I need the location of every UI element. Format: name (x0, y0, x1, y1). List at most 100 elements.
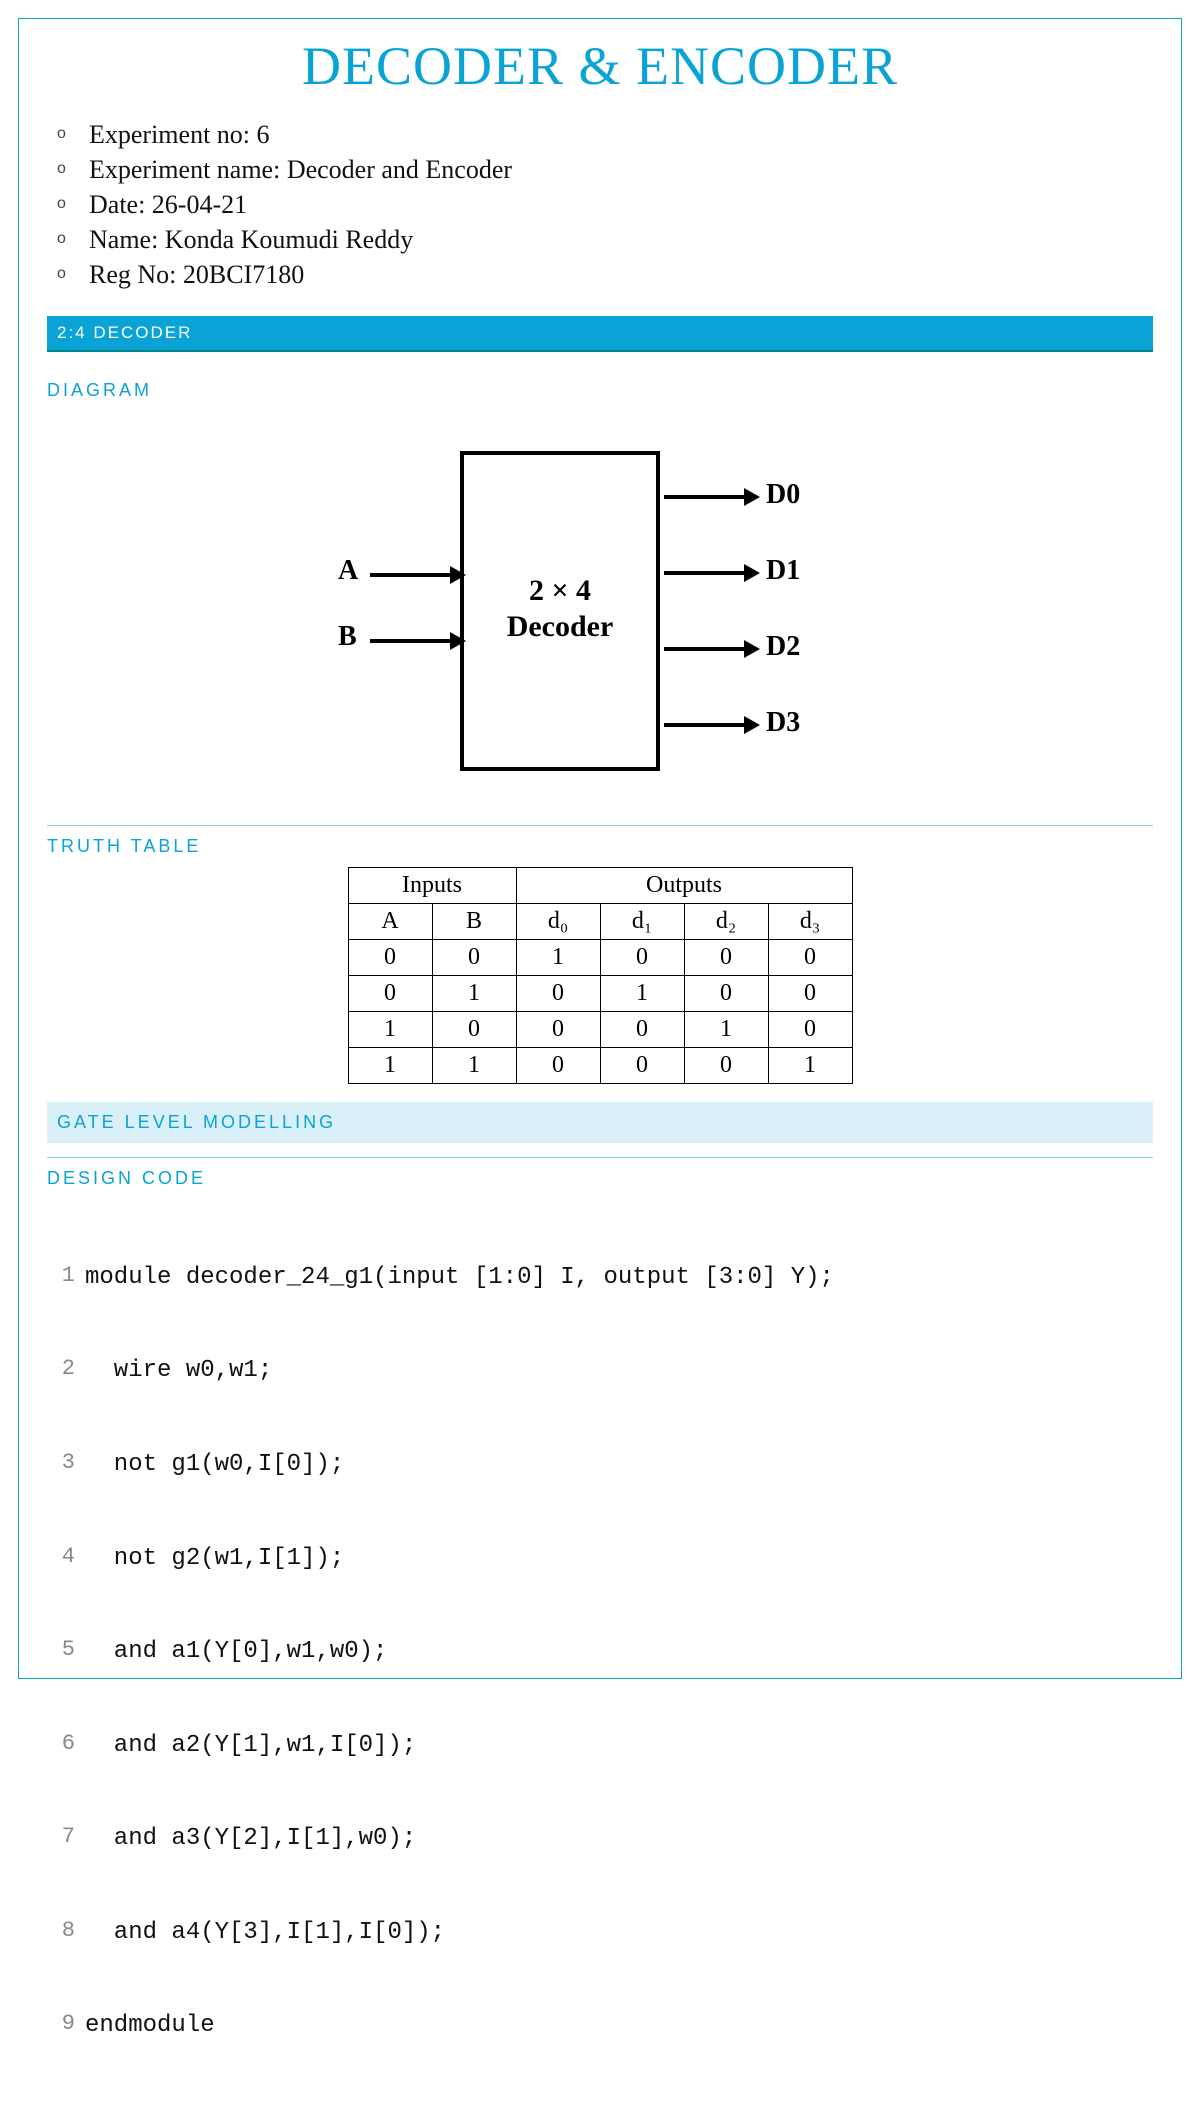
diagram-container: 2 × 4 Decoder A B D0 D1 D2 (47, 411, 1153, 811)
wire-output-d3 (664, 723, 750, 727)
tt-header: B (432, 904, 516, 940)
tt-cell: 0 (516, 1048, 600, 1084)
tt-cell: 0 (684, 940, 768, 976)
tt-row: 0 1 0 1 0 0 (348, 976, 852, 1012)
tt-header: A (348, 904, 432, 940)
arrow-output-d1 (744, 564, 760, 582)
meta-item: Reg No: 20BCI7180 (51, 257, 1153, 292)
tt-header: d₃ (768, 904, 852, 940)
tt-row: 1 0 0 0 1 0 (348, 1012, 852, 1048)
code-line: 3 not g1(w0,I[0]); (47, 1449, 1153, 1480)
tt-cell: 1 (348, 1048, 432, 1084)
tt-cell: 0 (600, 940, 684, 976)
section-decoder-header: 2:4 DECODER (47, 316, 1153, 352)
meta-item: Experiment no: 6 (51, 117, 1153, 152)
code-block: 1 module decoder_24_g1(input [1:0] I, out… (47, 1199, 1153, 2103)
code-text: and a1(Y[0],w1,w0); (85, 1636, 387, 1667)
tt-cell: 1 (600, 976, 684, 1012)
tt-cell: 1 (432, 1048, 516, 1084)
code-text: endmodule (85, 2010, 215, 2041)
code-text: and a4(Y[3],I[1],I[0]); (85, 1917, 445, 1948)
tt-cell: 0 (684, 1048, 768, 1084)
tt-cell: 0 (768, 940, 852, 976)
section-truth-table-header: TRUTH TABLE (47, 825, 1153, 857)
arrow-output-d0 (744, 488, 760, 506)
code-text: and a2(Y[1],w1,I[0]); (85, 1730, 416, 1761)
tt-cell: 0 (348, 976, 432, 1012)
tt-cell: 1 (768, 1048, 852, 1084)
block-diagram: 2 × 4 Decoder A B D0 D1 D2 (340, 451, 860, 771)
wire-output-d1 (664, 571, 750, 575)
truth-table-wrap: Inputs Outputs A B d₀ d₁ d₂ d₃ 0 0 1 0 0… (47, 867, 1153, 1084)
label-input-b: B (338, 621, 357, 653)
wire-output-d0 (664, 495, 750, 499)
meta-item: Experiment name: Decoder and Encoder (51, 152, 1153, 187)
tt-group-outputs: Outputs (516, 868, 852, 904)
line-number: 2 (47, 1355, 75, 1386)
line-number: 3 (47, 1449, 75, 1480)
tt-cell: 1 (516, 940, 600, 976)
tt-header: d₁ (600, 904, 684, 940)
arrow-output-d2 (744, 640, 760, 658)
tt-cell: 1 (348, 1012, 432, 1048)
tt-cell: 1 (684, 1012, 768, 1048)
section-gate-level-header: GATE LEVEL MODELLING (47, 1102, 1153, 1143)
line-number: 1 (47, 1262, 75, 1293)
tt-cell: 0 (768, 1012, 852, 1048)
tt-row: 0 0 1 0 0 0 (348, 940, 852, 976)
tt-header: d₂ (684, 904, 768, 940)
code-line: 8 and a4(Y[3],I[1],I[0]); (47, 1917, 1153, 1948)
code-text: not g2(w1,I[1]); (85, 1543, 344, 1574)
line-number: 8 (47, 1917, 75, 1948)
meta-item: Date: 26-04-21 (51, 187, 1153, 222)
tt-cell: 1 (432, 976, 516, 1012)
arrow-input-a (450, 566, 466, 584)
label-output-d0: D0 (766, 479, 800, 511)
truth-table: Inputs Outputs A B d₀ d₁ d₂ d₃ 0 0 1 0 0… (348, 867, 853, 1084)
tt-row: 1 1 0 0 0 1 (348, 1048, 852, 1084)
tt-cell: 0 (432, 940, 516, 976)
tt-cell: 0 (348, 940, 432, 976)
wire-input-b (370, 639, 460, 643)
code-text: module decoder_24_g1(input [1:0] I, outp… (85, 1262, 834, 1293)
line-number: 4 (47, 1543, 75, 1574)
code-line: 7 and a3(Y[2],I[1],w0); (47, 1823, 1153, 1854)
meta-item: Name: Konda Koumudi Reddy (51, 222, 1153, 257)
tt-cell: 0 (600, 1048, 684, 1084)
tt-cell: 0 (516, 1012, 600, 1048)
line-number: 5 (47, 1636, 75, 1667)
code-line: 2 wire w0,w1; (47, 1355, 1153, 1386)
arrow-output-d3 (744, 716, 760, 734)
tt-cell: 0 (600, 1012, 684, 1048)
code-line: 9 endmodule (47, 2010, 1153, 2041)
line-number: 6 (47, 1730, 75, 1761)
tt-cell: 0 (684, 976, 768, 1012)
line-number: 9 (47, 2010, 75, 2041)
tt-group-inputs: Inputs (348, 868, 516, 904)
section-design-code-header: DESIGN CODE (47, 1157, 1153, 1189)
tt-header-row: A B d₀ d₁ d₂ d₃ (348, 904, 852, 940)
code-line: 5 and a1(Y[0],w1,w0); (47, 1636, 1153, 1667)
label-output-d3: D3 (766, 707, 800, 739)
box-label-line1: 2 × 4 (464, 573, 656, 609)
label-input-a: A (338, 555, 358, 587)
section-diagram-header: DIAGRAM (47, 370, 1153, 401)
line-number: 7 (47, 1823, 75, 1854)
code-line: 1 module decoder_24_g1(input [1:0] I, out… (47, 1262, 1153, 1293)
box-label-line2: Decoder (464, 609, 656, 645)
label-output-d2: D2 (766, 631, 800, 663)
tt-cell: 0 (432, 1012, 516, 1048)
code-line: 6 and a2(Y[1],w1,I[0]); (47, 1730, 1153, 1761)
label-output-d1: D1 (766, 555, 800, 587)
tt-cell: 0 (516, 976, 600, 1012)
page-frame: DECODER & ENCODER Experiment no: 6 Exper… (18, 18, 1182, 1679)
code-line: 4 not g2(w1,I[1]); (47, 1543, 1153, 1574)
tt-cell: 0 (768, 976, 852, 1012)
arrow-input-b (450, 632, 466, 650)
code-text: and a3(Y[2],I[1],w0); (85, 1823, 416, 1854)
wire-input-a (370, 573, 460, 577)
code-text: wire w0,w1; (85, 1355, 272, 1386)
decoder-box: 2 × 4 Decoder (460, 451, 660, 771)
code-text: not g1(w0,I[0]); (85, 1449, 344, 1480)
wire-output-d2 (664, 647, 750, 651)
